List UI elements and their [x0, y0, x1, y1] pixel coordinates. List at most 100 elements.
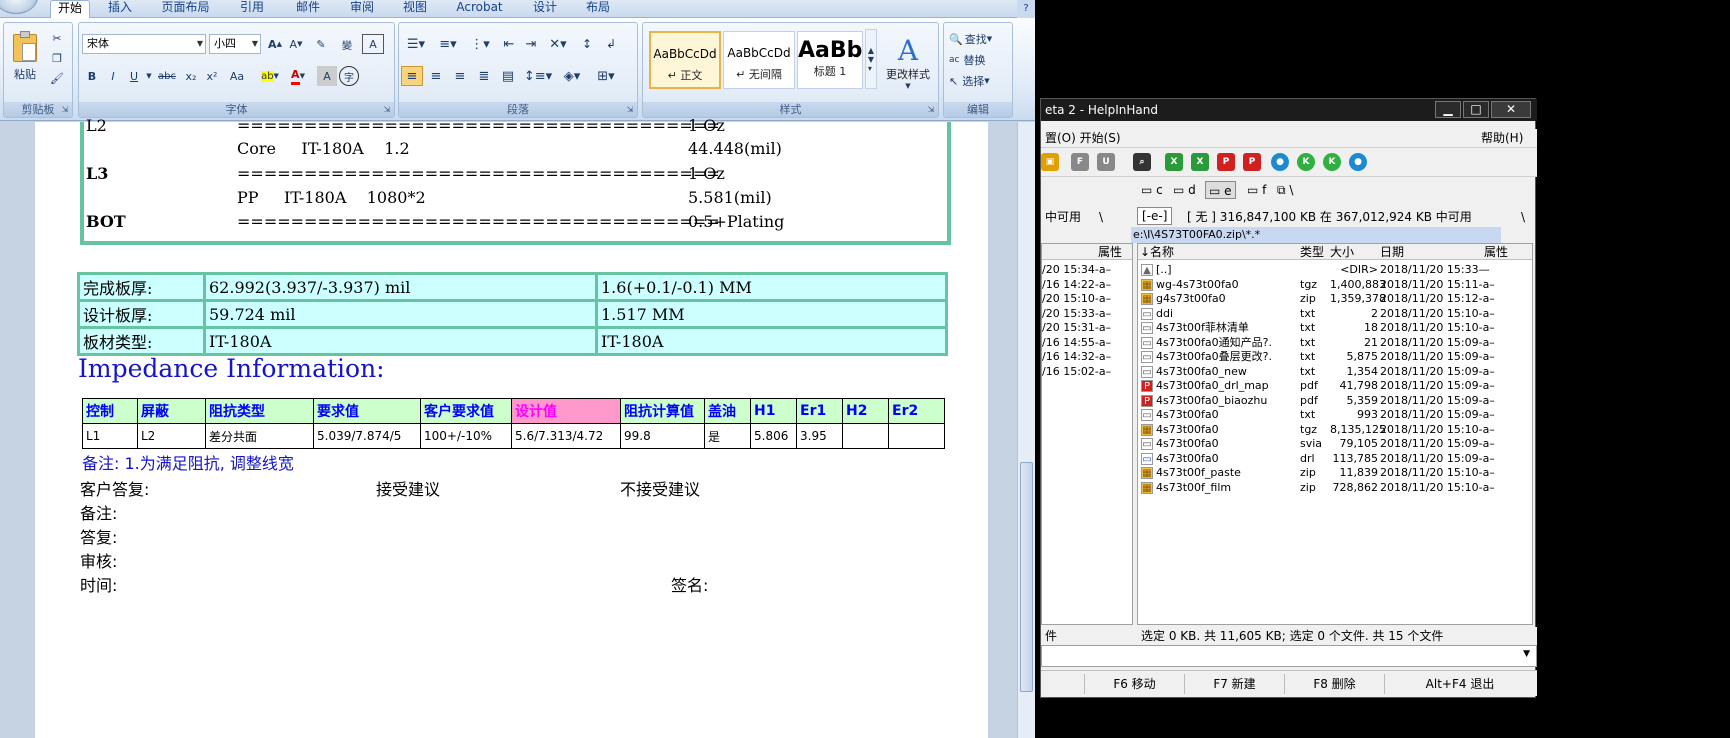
- pdf-icon[interactable]: P: [1217, 153, 1235, 171]
- bullets-icon[interactable]: ☰▾: [401, 34, 431, 54]
- drive-combo[interactable]: [-e-]: [1137, 207, 1173, 225]
- office-button[interactable]: [0, 0, 38, 14]
- folder-icon[interactable]: ▣: [1041, 153, 1059, 171]
- column-header[interactable]: 属性: [1098, 244, 1122, 260]
- right-panel[interactable]: ↓名称 类型 大小 日期 属性 ▲ [..] <DIR> 2018/11/20 15:…: [1137, 243, 1533, 625]
- table-cell[interactable]: 59.724 mil: [203, 299, 598, 329]
- strikethrough-button[interactable]: abc: [155, 66, 179, 86]
- align-right-icon[interactable]: ≡: [449, 66, 471, 86]
- column-header[interactable]: Er2: [888, 398, 945, 424]
- char-border-icon[interactable]: A: [362, 34, 384, 54]
- close-button[interactable]: ✕: [1491, 101, 1531, 118]
- table-cell[interactable]: 1.6(+0.1/-0.1) MM: [595, 272, 948, 302]
- table-cell[interactable]: 板材类型:: [77, 326, 206, 356]
- tab-mailings[interactable]: 邮件: [288, 0, 328, 18]
- decrease-indent-icon[interactable]: ⇤: [499, 34, 519, 54]
- vertical-scrollbar[interactable]: [1017, 122, 1035, 738]
- table-cell[interactable]: [888, 423, 945, 449]
- left-panel[interactable]: 属性 /20 15:34-a–/16 14:22-a–/20 15:10-a– /…: [1041, 243, 1133, 625]
- tab-view[interactable]: 视图: [395, 0, 435, 18]
- ftp-icon[interactable]: F: [1071, 153, 1089, 171]
- app-icon[interactable]: ●: [1349, 153, 1367, 171]
- column-header[interactable]: 控制: [82, 398, 138, 424]
- table-cell[interactable]: L2: [137, 423, 206, 449]
- align-center-icon[interactable]: ≡: [425, 66, 447, 86]
- styles-scroll[interactable]: ▲ ▼ ▾: [865, 29, 877, 89]
- f8-delete-button[interactable]: F8 删除: [1285, 674, 1385, 694]
- table-cell[interactable]: [842, 423, 889, 449]
- table-cell[interactable]: L1: [82, 423, 138, 449]
- shrink-font-button[interactable]: A ▼: [286, 34, 306, 54]
- column-header[interactable]: Er1: [796, 398, 843, 424]
- align-left-icon[interactable]: ≡: [401, 66, 423, 86]
- table-cell[interactable]: 5.806: [750, 423, 797, 449]
- superscript-button[interactable]: x²: [202, 66, 222, 86]
- app-k-icon[interactable]: K: [1297, 153, 1315, 171]
- menu-items[interactable]: 置(O) 开始(S): [1045, 129, 1121, 147]
- font-launcher-icon[interactable]: ⇲: [382, 105, 392, 115]
- fkey-partial[interactable]: [1041, 674, 1085, 694]
- network-icon[interactable]: ⧉ \: [1277, 181, 1293, 199]
- tab-insert[interactable]: 插入: [100, 0, 140, 18]
- subscript-button[interactable]: x₂: [181, 66, 201, 86]
- change-case-button[interactable]: Aa: [224, 66, 250, 86]
- font-color-icon[interactable]: A ▼: [285, 66, 311, 86]
- tab-home[interactable]: 开始: [50, 0, 90, 18]
- url-icon[interactable]: U: [1097, 153, 1115, 171]
- clipboard-launcher-icon[interactable]: ⇲: [60, 105, 70, 115]
- column-header[interactable]: ↓名称: [1140, 244, 1174, 260]
- highlight-icon[interactable]: ab ▼: [257, 66, 283, 86]
- table-cell[interactable]: IT-180A: [203, 326, 598, 356]
- grow-font-button[interactable]: A ▲: [265, 34, 285, 54]
- table-cell[interactable]: 100+/-10%: [420, 423, 512, 449]
- tab-references[interactable]: 引用: [232, 0, 272, 18]
- column-header[interactable]: 类型: [1300, 244, 1324, 260]
- drive-d[interactable]: ▭ d: [1173, 181, 1196, 199]
- column-header[interactable]: H2: [842, 398, 889, 424]
- table-cell[interactable]: 完成板厚:: [77, 272, 206, 302]
- numbering-icon[interactable]: ≡▾: [433, 34, 463, 54]
- column-header[interactable]: 屏蔽: [137, 398, 206, 424]
- font-name-combo[interactable]: 宋体 ▼: [82, 34, 206, 54]
- current-path[interactable]: e:\I\4S73T00FA0.zip\*.*: [1131, 227, 1501, 243]
- table-cell[interactable]: 5.6/7.313/4.72: [511, 423, 621, 449]
- menu-help[interactable]: 帮助(H): [1481, 129, 1523, 147]
- help-icon[interactable]: ?: [1017, 0, 1035, 18]
- maximize-button[interactable]: □: [1463, 101, 1489, 118]
- file-row[interactable]: ▦ 4s73t00f_film zip 728,862 2018/11/20 15:10…: [1138, 480, 1532, 496]
- alt-f4-exit-button[interactable]: Alt+F4 退出: [1385, 674, 1535, 694]
- shading-icon[interactable]: ◈▾: [557, 66, 587, 86]
- tab-review[interactable]: 审阅: [342, 0, 382, 18]
- table-cell[interactable]: 1.517 MM: [595, 299, 948, 329]
- phonetic-guide-icon[interactable]: 變: [335, 34, 359, 54]
- app-k-icon[interactable]: K: [1323, 153, 1341, 171]
- table-cell[interactable]: 62.992(3.937/-3.937) mil: [203, 272, 598, 302]
- tab-page-layout[interactable]: 页面布局: [153, 0, 218, 18]
- excel-icon[interactable]: X: [1165, 153, 1183, 171]
- justify-icon[interactable]: ≣: [473, 66, 495, 86]
- column-header[interactable]: 阻抗类型: [205, 398, 314, 424]
- drive-e[interactable]: ▭ e: [1205, 181, 1236, 199]
- style-normal-tile[interactable]: AaBbCcDd ↵ 正文: [649, 31, 721, 89]
- tab-layout[interactable]: 布局: [578, 0, 618, 18]
- underline-button[interactable]: U: [124, 66, 144, 86]
- change-styles-button[interactable]: A 更改样式 ▼: [881, 27, 935, 99]
- style-no-spacing-tile[interactable]: AaBbCcDd ↵ 无间隔: [723, 31, 795, 89]
- replace-button[interactable]: ac 替换: [948, 50, 1010, 70]
- italic-button[interactable]: I: [103, 66, 123, 86]
- column-header[interactable]: 盖油: [704, 398, 751, 424]
- sort-icon[interactable]: ↕: [577, 34, 597, 54]
- distributed-icon[interactable]: ▤: [497, 66, 519, 86]
- pdf-icon[interactable]: P: [1243, 153, 1261, 171]
- increase-indent-icon[interactable]: ⇥: [521, 34, 541, 54]
- table-cell[interactable]: 99.8: [620, 423, 705, 449]
- column-header[interactable]: 要求值: [313, 398, 421, 424]
- paragraph-launcher-icon[interactable]: ⇲: [625, 105, 635, 115]
- f7-new-button[interactable]: F7 新建: [1185, 674, 1285, 694]
- command-line[interactable]: ▼: [1041, 645, 1537, 667]
- table-cell[interactable]: IT-180A: [595, 326, 948, 356]
- column-header[interactable]: 客户要求值: [420, 398, 512, 424]
- document-page[interactable]: L2 ==================================== …: [35, 116, 988, 738]
- char-shading-icon[interactable]: A: [317, 66, 337, 86]
- column-header[interactable]: 设计值: [511, 398, 621, 424]
